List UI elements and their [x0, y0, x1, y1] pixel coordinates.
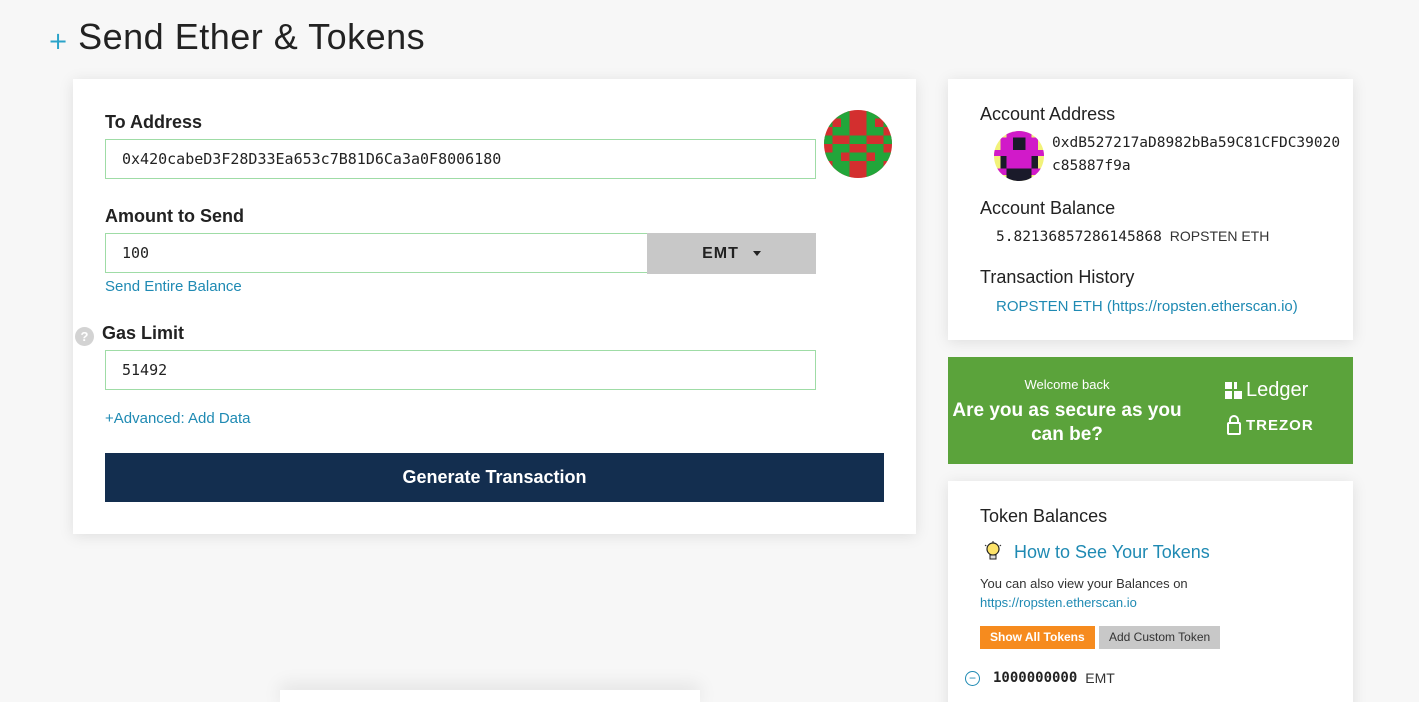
promo-headline: Are you as secure as you can be?	[952, 400, 1182, 445]
account-balance-row: 5.82136857286145868 ROPSTEN ETH	[996, 228, 1269, 245]
gas-limit-input[interactable]: 51492	[105, 350, 816, 390]
gas-limit-label: Gas Limit	[102, 323, 185, 343]
account-info-card: Account Address 0xdB527217aD8982bBa59C81…	[948, 79, 1353, 340]
token-balances-card: Token Balances How to See Your Tokens Yo…	[948, 481, 1353, 702]
account-identicon	[994, 131, 1044, 181]
account-balance-unit: ROPSTEN ETH	[1169, 228, 1270, 244]
hardware-wallet-promo[interactable]: Welcome back Are you as secure as you ca…	[948, 357, 1353, 464]
chevron-down-icon	[752, 251, 761, 256]
ledger-label: Ledger	[1246, 379, 1309, 401]
tokens-description: You can also view your Balances on https…	[980, 574, 1188, 612]
token-balances-heading: Token Balances	[980, 506, 1108, 526]
transaction-history-heading: Transaction History	[980, 267, 1135, 287]
tokens-tip-row: How to See Your Tokens	[984, 541, 1210, 563]
token-symbol: EMT	[1085, 670, 1115, 686]
page-title: Send Ether & Tokens	[78, 16, 426, 57]
token-amount: 1000000000	[993, 670, 1078, 686]
promo-welcome-text: Welcome back	[1024, 377, 1110, 392]
generate-transaction-button[interactable]: Generate Transaction	[105, 453, 884, 502]
transaction-history-link[interactable]: ROPSTEN ETH (https://ropsten.etherscan.i…	[996, 298, 1298, 315]
show-all-tokens-button[interactable]: Show All Tokens	[980, 626, 1095, 649]
account-address-heading: Account Address	[980, 104, 1116, 124]
account-address-value: 0xdB527217aD8982bBa59C81CFDC39020c85887f…	[1052, 135, 1341, 174]
page-header: + Send Ether & Tokens	[48, 16, 425, 58]
account-balance-heading: Account Balance	[980, 198, 1116, 218]
to-address-input[interactable]: 0x420cabeD3F28D33Ea653c7B81D6Ca3a0F80061…	[105, 139, 816, 179]
to-address-label: To Address	[105, 112, 203, 132]
unit-selected: EMT	[702, 244, 739, 262]
token-list-item: − 1000000000 EMT	[965, 670, 1115, 686]
next-card-edge	[280, 690, 700, 702]
ledger-logo-icon	[1225, 382, 1242, 399]
etherscan-link[interactable]: https://ropsten.etherscan.io	[980, 593, 1188, 612]
remove-token-icon[interactable]: −	[965, 670, 980, 686]
trezor-brand[interactable]: TREZOR	[1227, 415, 1314, 435]
help-icon[interactable]: ?	[75, 327, 94, 346]
send-entire-balance-link[interactable]: Send Entire Balance	[105, 278, 242, 295]
to-address-identicon	[824, 110, 892, 178]
send-form-card: To Address 0x420cabeD3F28D33Ea653c7B81D6…	[73, 79, 916, 534]
tokens-description-text: You can also view your Balances on	[980, 576, 1188, 591]
account-balance-value: 5.82136857286145868	[996, 229, 1162, 245]
expand-plus-icon[interactable]: +	[48, 27, 68, 55]
amount-label: Amount to Send	[105, 206, 244, 226]
how-to-see-tokens-link[interactable]: How to See Your Tokens	[1014, 542, 1210, 563]
lock-icon	[1227, 415, 1241, 435]
advanced-add-data-link[interactable]: +Advanced: Add Data	[105, 410, 251, 427]
trezor-label: TREZOR	[1246, 416, 1314, 434]
add-custom-token-button[interactable]: Add Custom Token	[1099, 626, 1221, 649]
lightbulb-icon	[984, 541, 1002, 560]
ledger-brand[interactable]: Ledger	[1225, 379, 1308, 402]
unit-dropdown[interactable]: EMT	[647, 233, 816, 274]
amount-input[interactable]: 100	[105, 233, 648, 273]
